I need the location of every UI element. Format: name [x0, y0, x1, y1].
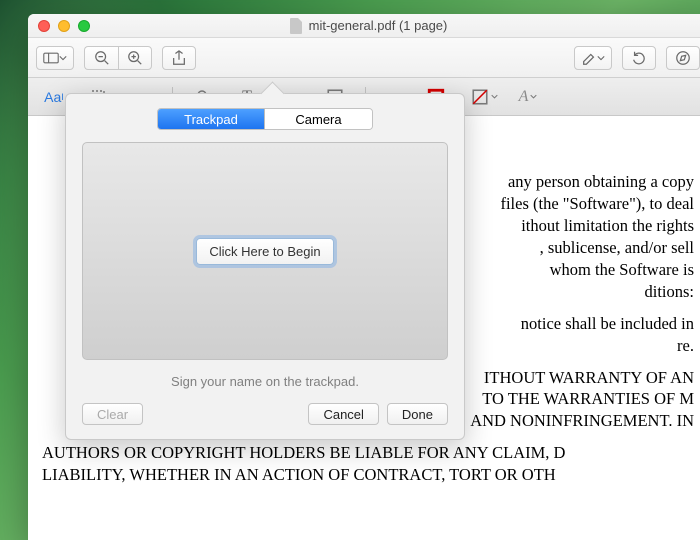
fill-color-icon [471, 88, 489, 106]
share-icon [171, 50, 187, 66]
zoom-in-button[interactable] [118, 46, 152, 70]
markup-icon [675, 50, 691, 66]
chevron-down-icon [530, 93, 537, 100]
zoom-in-icon [127, 50, 143, 66]
document-text: AUTHORS OR COPYRIGHT HOLDERS BE LIABLE F… [42, 442, 694, 486]
share-button[interactable] [162, 46, 196, 70]
zoom-out-icon [94, 50, 110, 66]
signature-popover: Trackpad Camera Click Here to Begin Sign… [65, 93, 465, 440]
font-tool[interactable]: A [514, 85, 542, 109]
zoom-window-button[interactable] [78, 20, 90, 32]
document-icon [289, 18, 303, 34]
window-title: mit-general.pdf (1 page) [28, 18, 700, 34]
minimize-window-button[interactable] [58, 20, 70, 32]
window-controls [38, 20, 90, 32]
signature-source-segmented: Trackpad Camera [82, 108, 448, 130]
chevron-down-icon [491, 93, 498, 100]
rotate-icon [631, 50, 647, 66]
chevron-down-icon [59, 54, 67, 62]
done-button[interactable]: Done [387, 403, 448, 425]
clear-button[interactable]: Clear [82, 403, 143, 425]
main-toolbar [28, 38, 700, 78]
signature-hint: Sign your name on the trackpad. [82, 374, 448, 389]
trackpad-tab[interactable]: Trackpad [158, 109, 265, 129]
cancel-button[interactable]: Cancel [308, 403, 378, 425]
chevron-down-icon [597, 54, 605, 62]
highlight-button[interactable] [574, 46, 612, 70]
titlebar: mit-general.pdf (1 page) [28, 14, 700, 38]
zoom-group [84, 46, 152, 70]
begin-signature-button[interactable]: Click Here to Begin [196, 238, 333, 265]
camera-tab[interactable]: Camera [265, 109, 372, 129]
markup-button[interactable] [666, 46, 700, 70]
rotate-button[interactable] [622, 46, 656, 70]
highlight-icon [581, 50, 597, 66]
signature-canvas[interactable]: Click Here to Begin [82, 142, 448, 360]
window-title-text: mit-general.pdf (1 page) [309, 18, 448, 33]
text-style-tool[interactable]: AaI [40, 85, 68, 109]
view-mode-button[interactable] [36, 46, 74, 70]
sidebar-icon [43, 50, 59, 66]
fill-color-tool[interactable] [470, 85, 498, 109]
popover-footer: Clear Cancel Done [82, 403, 448, 425]
zoom-out-button[interactable] [84, 46, 118, 70]
close-window-button[interactable] [38, 20, 50, 32]
